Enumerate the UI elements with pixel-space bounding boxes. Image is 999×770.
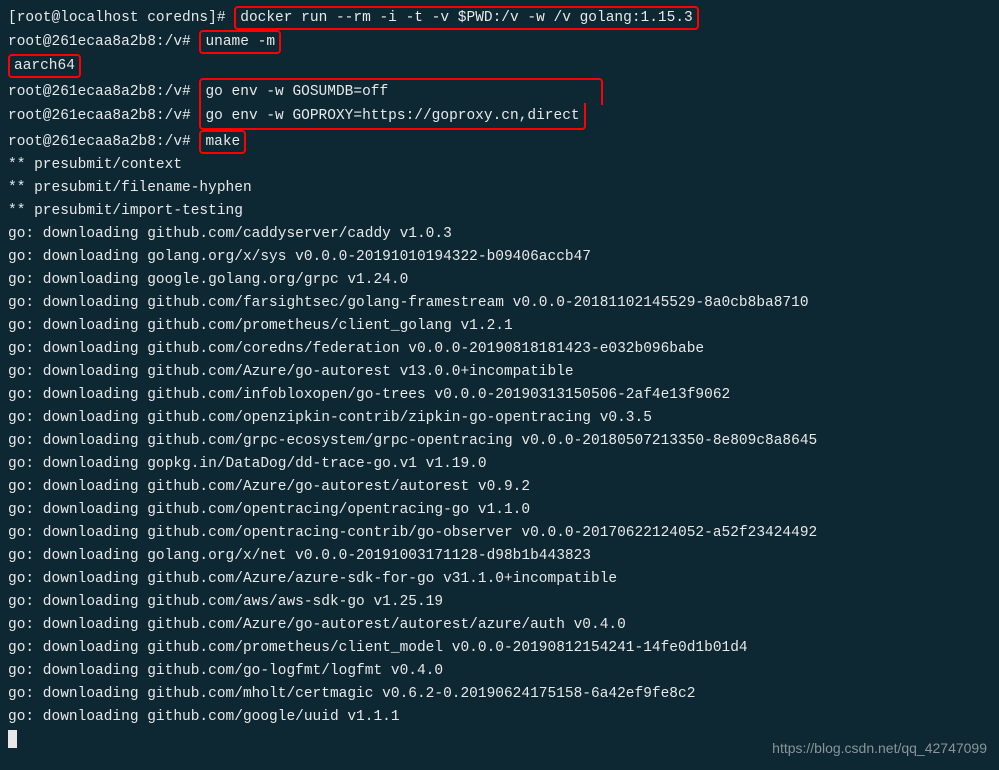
command-docker-highlighted: docker run --rm -i -t -v $PWD:/v -w /v g…: [234, 6, 698, 30]
prompt-host: [root@localhost coredns]#: [8, 10, 226, 26]
download-line-17: go: downloading github.com/Azure/go-auto…: [8, 614, 991, 637]
command-uname-highlighted: uname -m: [199, 30, 281, 54]
command-make-highlighted: make: [199, 130, 246, 154]
download-line-1: go: downloading golang.org/x/sys v0.0.0-…: [8, 246, 991, 269]
download-line-13: go: downloading github.com/opentracing-c…: [8, 522, 991, 545]
watermark: https://blog.csdn.net/qq_42747099: [772, 737, 987, 760]
download-line-10: go: downloading gopkg.in/DataDog/dd-trac…: [8, 453, 991, 476]
prompt-container-3: root@261ecaa8a2b8:/v#: [8, 108, 191, 124]
download-line-16: go: downloading github.com/aws/aws-sdk-g…: [8, 591, 991, 614]
prompt-container: root@261ecaa8a2b8:/v#: [8, 34, 191, 50]
terminal-line-make: root@261ecaa8a2b8:/v# make: [8, 130, 991, 154]
output-aarch64-highlighted: aarch64: [8, 54, 81, 78]
command-goenv-highlighted-top: go env -w GOSUMDB=off: [199, 78, 603, 105]
terminal-line-goenv1: root@261ecaa8a2b8:/v# go env -w GOSUMDB=…: [8, 78, 991, 105]
command-goenv2: go env -w GOPROXY=https://goproxy.cn,dir…: [205, 108, 579, 124]
output-aarch64: aarch64: [14, 58, 75, 74]
download-line-11: go: downloading github.com/Azure/go-auto…: [8, 476, 991, 499]
terminal-cursor: [8, 730, 17, 748]
download-line-3: go: downloading github.com/farsightsec/g…: [8, 292, 991, 315]
download-line-8: go: downloading github.com/openzipkin-co…: [8, 407, 991, 430]
download-line-0: go: downloading github.com/caddyserver/c…: [8, 223, 991, 246]
download-line-9: go: downloading github.com/grpc-ecosyste…: [8, 430, 991, 453]
download-line-12: go: downloading github.com/opentracing/o…: [8, 499, 991, 522]
command-goenv-highlighted-bottom: go env -w GOPROXY=https://goproxy.cn,dir…: [199, 103, 585, 130]
command-goenv1: go env -w GOSUMDB=off: [205, 84, 388, 100]
download-line-20: go: downloading github.com/mholt/certmag…: [8, 683, 991, 706]
terminal-line-docker: [root@localhost coredns]# docker run --r…: [8, 6, 991, 30]
presubmit-line-0: ** presubmit/context: [8, 154, 991, 177]
download-line-19: go: downloading github.com/go-logfmt/log…: [8, 660, 991, 683]
download-line-15: go: downloading github.com/Azure/azure-s…: [8, 568, 991, 591]
command-docker: docker run --rm -i -t -v $PWD:/v -w /v g…: [240, 10, 692, 26]
terminal-line-goenv2: root@261ecaa8a2b8:/v# go env -w GOPROXY=…: [8, 103, 991, 130]
presubmit-line-2: ** presubmit/import-testing: [8, 200, 991, 223]
download-line-4: go: downloading github.com/prometheus/cl…: [8, 315, 991, 338]
terminal-line-uname: root@261ecaa8a2b8:/v# uname -m: [8, 30, 991, 54]
download-line-2: go: downloading google.golang.org/grpc v…: [8, 269, 991, 292]
download-line-6: go: downloading github.com/Azure/go-auto…: [8, 361, 991, 384]
download-line-7: go: downloading github.com/infobloxopen/…: [8, 384, 991, 407]
presubmit-line-1: ** presubmit/filename-hyphen: [8, 177, 991, 200]
download-line-18: go: downloading github.com/prometheus/cl…: [8, 637, 991, 660]
terminal-line-uname-output: aarch64: [8, 54, 991, 78]
command-make: make: [205, 134, 240, 150]
download-line-5: go: downloading github.com/coredns/feder…: [8, 338, 991, 361]
download-line-21: go: downloading github.com/google/uuid v…: [8, 706, 991, 729]
download-line-14: go: downloading golang.org/x/net v0.0.0-…: [8, 545, 991, 568]
prompt-container-2: root@261ecaa8a2b8:/v#: [8, 84, 191, 100]
command-uname: uname -m: [205, 34, 275, 50]
prompt-container-4: root@261ecaa8a2b8:/v#: [8, 134, 191, 150]
